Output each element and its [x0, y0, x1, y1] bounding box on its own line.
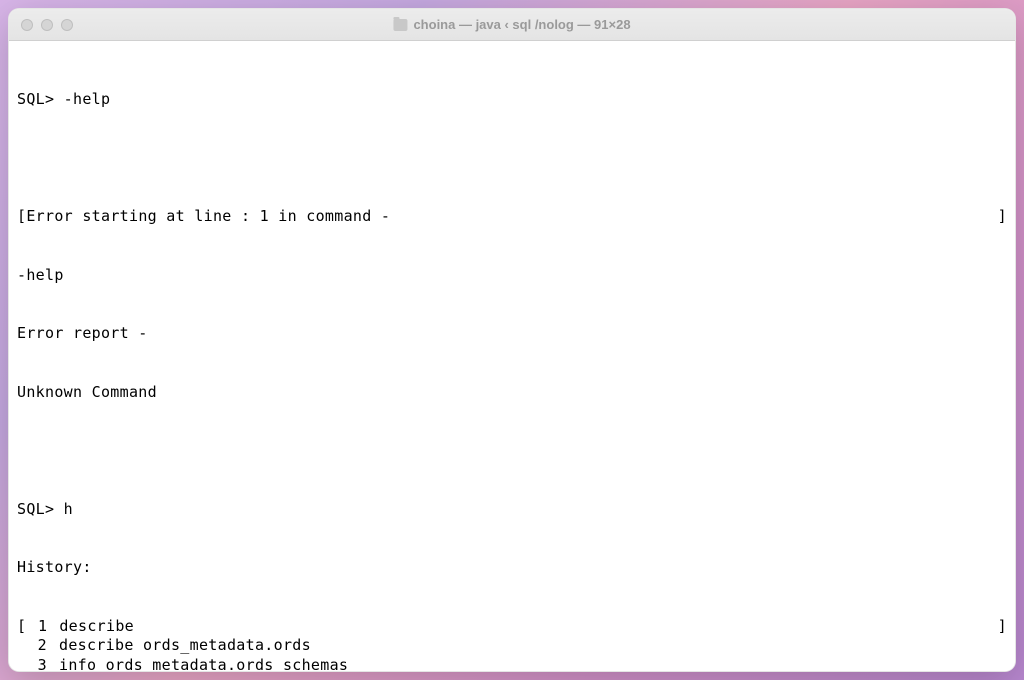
window-title-text: choina — java ‹ sql /nolog — 91×28 — [413, 17, 630, 32]
prompt-line: SQL> -help — [17, 90, 1007, 110]
error-line: Unknown Command — [17, 383, 1007, 403]
history-number: 1 — [26, 617, 59, 637]
blank-line — [17, 149, 1007, 169]
command-text: -help — [64, 90, 111, 108]
history-number: 3 — [17, 656, 59, 672]
minimize-button[interactable] — [41, 19, 53, 31]
error-line: Error report - — [17, 324, 1007, 344]
close-button[interactable] — [21, 19, 33, 31]
terminal-output[interactable]: SQL> -help [Error starting at line : 1 i… — [9, 41, 1015, 671]
history-command: describe — [59, 617, 134, 637]
history-command: info ords_metadata.ords_schemas — [59, 656, 1007, 672]
history-number: 2 — [17, 636, 59, 656]
folder-icon — [393, 19, 407, 31]
prompt-line: SQL> h — [17, 500, 1007, 520]
history-entry: 2describe ords_metadata.ords — [17, 636, 1007, 656]
history-entry: [1describe] — [17, 617, 1007, 637]
traffic-lights — [21, 19, 73, 31]
error-line: [Error starting at line : 1 in command -… — [17, 207, 1007, 227]
error-line: -help — [17, 266, 1007, 286]
history-list: [1describe]2describe ords_metadata.ords3… — [17, 617, 1007, 672]
window-title: choina — java ‹ sql /nolog — 91×28 — [393, 17, 630, 32]
maximize-button[interactable] — [61, 19, 73, 31]
history-header: History: — [17, 558, 1007, 578]
history-command: describe ords_metadata.ords — [59, 636, 1007, 656]
command-text: h — [64, 500, 73, 518]
terminal-window: choina — java ‹ sql /nolog — 91×28 SQL> … — [8, 8, 1016, 672]
blank-line — [17, 441, 1007, 461]
history-entry: 3info ords_metadata.ords_schemas — [17, 656, 1007, 672]
titlebar[interactable]: choina — java ‹ sql /nolog — 91×28 — [9, 9, 1015, 41]
